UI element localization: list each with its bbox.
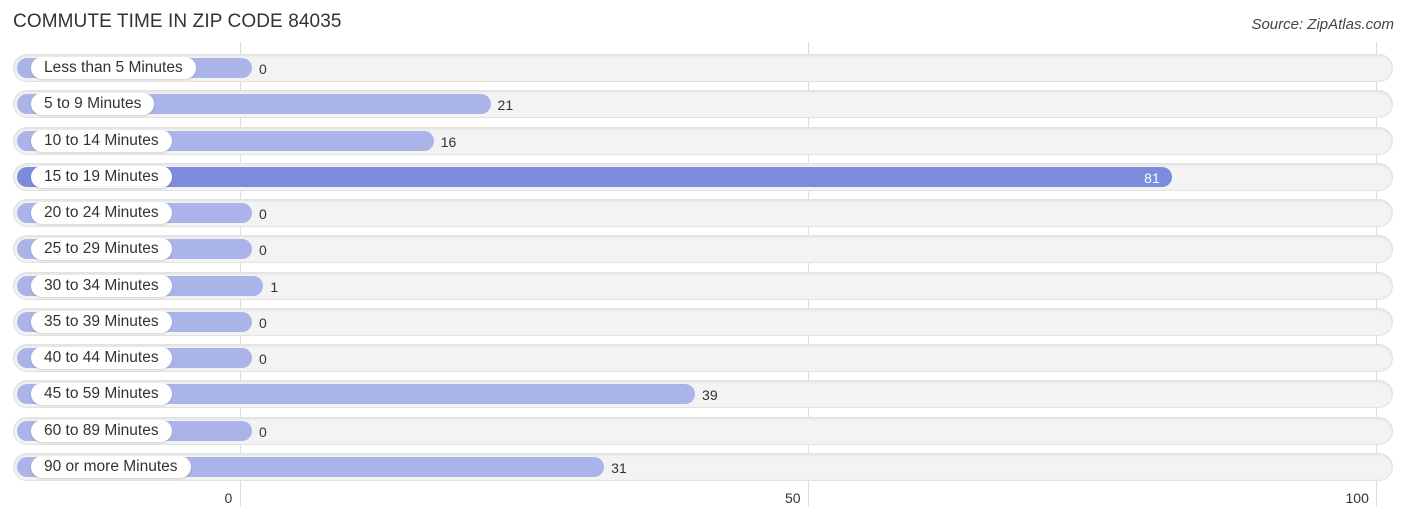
value-label: 39 — [702, 387, 718, 404]
category-label: 15 to 19 Minutes — [31, 165, 172, 188]
value-label: 81 — [1144, 169, 1160, 186]
category-label: 45 to 59 Minutes — [31, 383, 172, 406]
value-label: 0 — [259, 423, 267, 440]
x-tick-label: 50 — [785, 490, 801, 506]
x-tick-label: 100 — [1345, 490, 1369, 506]
value-label: 1 — [270, 278, 279, 295]
category-label: 40 to 44 Minutes — [31, 347, 172, 370]
value-label: 0 — [259, 314, 267, 331]
category-label: 10 to 14 Minutes — [31, 129, 172, 152]
value-label: 0 — [259, 351, 267, 368]
category-label: 60 to 89 Minutes — [31, 419, 172, 442]
category-label: 90 or more Minutes — [31, 455, 191, 478]
bar-chart: Less than 5 Minutes 0 5 to 9 Minutes 21 10 t… — [0, 0, 1406, 523]
value-label: 0 — [259, 206, 267, 223]
category-label: 5 to 9 Minutes — [31, 93, 155, 116]
value-label: 0 — [259, 61, 267, 77]
value-label: 21 — [497, 97, 514, 114]
value-label: 31 — [611, 459, 627, 476]
category-label: 25 to 29 Minutes — [31, 238, 172, 261]
bar-3[interactable] — [17, 166, 1173, 187]
value-label: 16 — [440, 133, 457, 150]
x-tick-label: 0 — [224, 490, 233, 506]
category-label: 20 to 24 Minutes — [31, 202, 172, 225]
category-label: 30 to 34 Minutes — [31, 274, 172, 297]
value-label: 0 — [259, 242, 267, 259]
category-label: Less than 5 Minutes — [31, 57, 196, 79]
category-label: 35 to 39 Minutes — [31, 310, 172, 333]
